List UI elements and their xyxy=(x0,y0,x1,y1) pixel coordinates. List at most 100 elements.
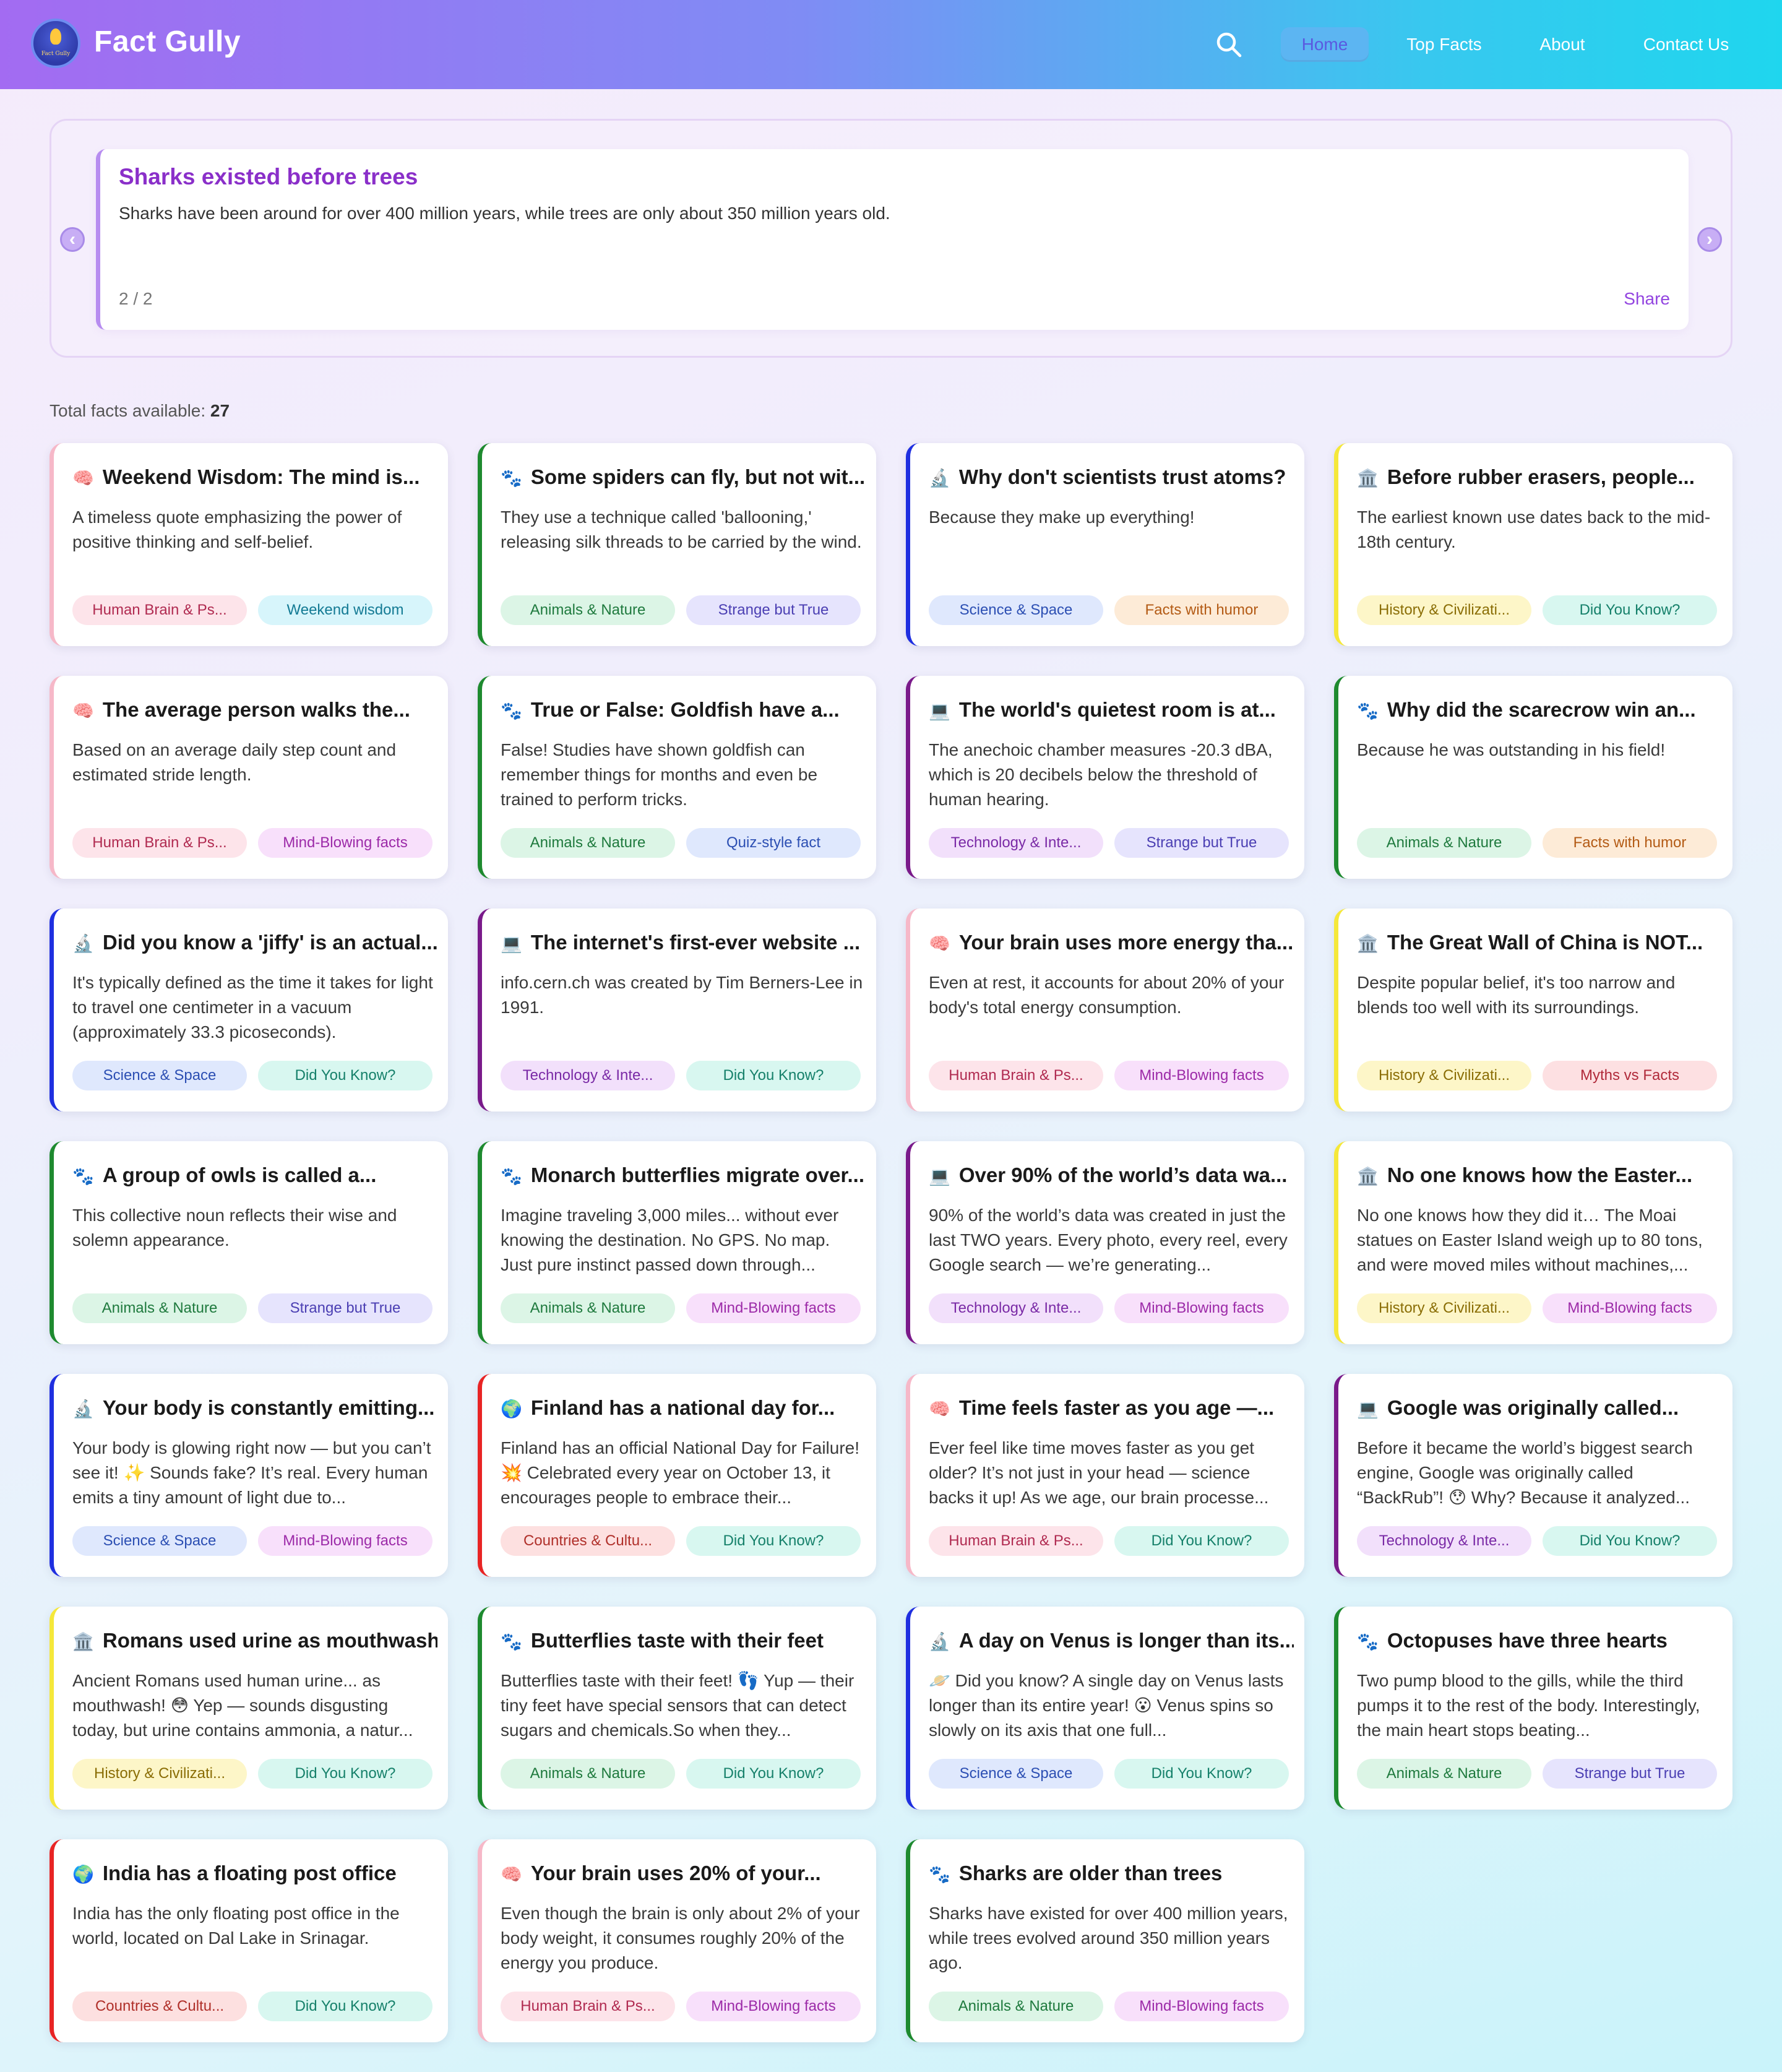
category-tag[interactable]: Technology & Inte... xyxy=(929,828,1103,858)
fact-type-tag[interactable]: Strange but True xyxy=(1114,828,1289,858)
fact-card[interactable]: 🧠 Time feels faster as you age —... Ever f… xyxy=(906,1374,1304,1577)
fact-card-description: The earliest known use dates back to the… xyxy=(1357,507,1711,551)
fact-type-tag[interactable]: Mind-Blowing facts xyxy=(686,1293,861,1323)
category-tag[interactable]: History & Civilizati... xyxy=(1357,1293,1531,1323)
carousel-prev-button[interactable]: ‹ xyxy=(60,227,85,252)
fact-card[interactable]: 🐾 True or False: Goldfish have a... False!… xyxy=(478,676,876,879)
featured-fact-slide[interactable]: Sharks existed before trees Sharks have … xyxy=(96,149,1689,330)
fact-card[interactable]: 🏛️ No one knows how the Easter... No one k… xyxy=(1334,1141,1732,1344)
fact-type-tag[interactable]: Did You Know? xyxy=(686,1759,861,1789)
fact-card[interactable]: 🐾 Why did the scarecrow win an... Because … xyxy=(1334,676,1732,879)
fact-type-tag[interactable]: Did You Know? xyxy=(1114,1759,1289,1789)
fact-card[interactable]: 🐾 A group of owls is called a... This coll… xyxy=(50,1141,448,1344)
category-tag[interactable]: Human Brain & Ps... xyxy=(72,595,247,625)
category-tag[interactable]: History & Civilizati... xyxy=(1357,595,1531,625)
fact-type-tag[interactable]: Quiz-style fact xyxy=(686,828,861,858)
category-tag[interactable]: Science & Space xyxy=(929,1759,1103,1789)
fact-card[interactable]: 💻 The internet's first-ever website ... in… xyxy=(478,909,876,1112)
fact-type-tag[interactable]: Mind-Blowing facts xyxy=(1114,1293,1289,1323)
category-tag[interactable]: Human Brain & Ps... xyxy=(929,1526,1103,1556)
fact-card[interactable]: 🐾 Some spiders can fly, but not wit... The… xyxy=(478,443,876,646)
fact-card-title-text: Your brain uses 20% of your... xyxy=(530,1862,821,1884)
search-icon[interactable] xyxy=(1214,30,1244,59)
microscope-icon: 🔬 xyxy=(72,934,94,953)
category-tag[interactable]: Animals & Nature xyxy=(72,1293,247,1323)
category-tag[interactable]: Animals & Nature xyxy=(501,1759,675,1789)
fact-type-tag[interactable]: Mind-Blowing facts xyxy=(686,1992,861,2021)
fact-card[interactable]: 🧠 Your brain uses 20% of your... Even thou… xyxy=(478,1839,876,2042)
brand-name[interactable]: Fact Gully xyxy=(94,25,241,59)
category-tag[interactable]: History & Civilizati... xyxy=(1357,1061,1531,1090)
fact-card[interactable]: 💻 The world's quietest room is at... The a… xyxy=(906,676,1304,879)
fact-card[interactable]: 🐾 Monarch butterflies migrate over... Imag… xyxy=(478,1141,876,1344)
fact-card[interactable]: 🐾 Butterflies taste with their feet Butter… xyxy=(478,1607,876,1810)
fact-type-tag[interactable]: Did You Know? xyxy=(258,1759,433,1789)
fact-card[interactable]: 🌍 India has a floating post office India h… xyxy=(50,1839,448,2042)
fact-type-tag[interactable]: Strange but True xyxy=(686,595,861,625)
fact-type-tag[interactable]: Weekend wisdom xyxy=(258,595,433,625)
category-tag[interactable]: Human Brain & Ps... xyxy=(72,828,247,858)
fact-card-description: Ever feel like time moves faster as you … xyxy=(929,1438,1269,1507)
fact-card[interactable]: 🏛️ The Great Wall of China is NOT... Despi… xyxy=(1334,909,1732,1112)
fact-card[interactable]: 🔬 Why don't scientists trust atoms? Becaus… xyxy=(906,443,1304,646)
fact-type-tag[interactable]: Strange but True xyxy=(1543,1759,1717,1789)
laptop-icon: 💻 xyxy=(929,1167,950,1186)
fact-type-tag[interactable]: Facts with humor xyxy=(1114,595,1289,625)
fact-card[interactable]: 🧠 Your brain uses more energy tha... Even … xyxy=(906,909,1304,1112)
fact-card[interactable]: 🔬 A day on Venus is longer than its... 🪐 D… xyxy=(906,1607,1304,1810)
fact-type-tag[interactable]: Facts with humor xyxy=(1543,828,1717,858)
category-tag[interactable]: Science & Space xyxy=(929,595,1103,625)
fact-gully-logo[interactable]: Fact Gully xyxy=(31,19,80,68)
category-tag[interactable]: Animals & Nature xyxy=(1357,1759,1531,1789)
category-tag[interactable]: Animals & Nature xyxy=(501,595,675,625)
fact-type-tag[interactable]: Did You Know? xyxy=(1543,595,1717,625)
fact-type-tag[interactable]: Strange but True xyxy=(258,1293,433,1323)
category-tag[interactable]: Science & Space xyxy=(72,1061,247,1090)
fact-card[interactable]: 💻 Google was originally called... Before i… xyxy=(1334,1374,1732,1577)
fact-type-tag[interactable]: Did You Know? xyxy=(258,1992,433,2021)
category-tag[interactable]: Countries & Cultu... xyxy=(501,1526,675,1556)
category-tag[interactable]: Technology & Inte... xyxy=(501,1061,675,1090)
fact-card-title: 💻 Over 90% of the world’s data wa... xyxy=(929,1163,1294,1187)
fact-card-description: 🪐 Did you know? A single day on Venus la… xyxy=(929,1671,1284,1740)
fact-type-tag[interactable]: Did You Know? xyxy=(686,1526,861,1556)
fact-card[interactable]: 🏛️ Before rubber erasers, people... The ea… xyxy=(1334,443,1732,646)
nav-about[interactable]: About xyxy=(1522,27,1603,62)
nav-home[interactable]: Home xyxy=(1281,27,1369,62)
fact-type-tag[interactable]: Did You Know? xyxy=(686,1061,861,1090)
nav-top-facts[interactable]: Top Facts xyxy=(1392,27,1496,62)
nav-contact-us[interactable]: Contact Us xyxy=(1627,27,1745,62)
fact-card[interactable]: 🔬 Your body is constantly emitting... Your… xyxy=(50,1374,448,1577)
fact-card[interactable]: 🧠 The average person walks the... Based on… xyxy=(50,676,448,879)
category-tag[interactable]: Countries & Cultu... xyxy=(72,1992,247,2021)
category-tag[interactable]: Science & Space xyxy=(72,1526,247,1556)
paw-icon: 🐾 xyxy=(501,1167,522,1186)
fact-type-tag[interactable]: Mind-Blowing facts xyxy=(258,1526,433,1556)
fact-type-tag[interactable]: Did You Know? xyxy=(258,1061,433,1090)
fact-card[interactable]: 🐾 Sharks are older than trees Sharks have … xyxy=(906,1839,1304,2042)
carousel-next-button[interactable]: › xyxy=(1697,227,1722,252)
fact-card[interactable]: 🌍 Finland has a national day for... Finlan… xyxy=(478,1374,876,1577)
category-tag[interactable]: Technology & Inte... xyxy=(1357,1526,1531,1556)
fact-type-tag[interactable]: Myths vs Facts xyxy=(1543,1061,1717,1090)
category-tag[interactable]: Animals & Nature xyxy=(501,828,675,858)
fact-card[interactable]: 🏛️ Romans used urine as mouthwash Ancient … xyxy=(50,1607,448,1810)
fact-card[interactable]: 🐾 Octopuses have three hearts Two pump blo… xyxy=(1334,1607,1732,1810)
category-tag[interactable]: Human Brain & Ps... xyxy=(929,1061,1103,1090)
fact-type-tag[interactable]: Mind-Blowing facts xyxy=(1114,1992,1289,2021)
fact-card[interactable]: 💻 Over 90% of the world’s data wa... 90% o… xyxy=(906,1141,1304,1344)
category-tag[interactable]: History & Civilizati... xyxy=(72,1759,247,1789)
category-tag[interactable]: Animals & Nature xyxy=(1357,828,1531,858)
category-tag[interactable]: Human Brain & Ps... xyxy=(501,1992,675,2021)
fact-type-tag[interactable]: Did You Know? xyxy=(1543,1526,1717,1556)
share-button[interactable]: Share xyxy=(1624,289,1670,309)
category-tag[interactable]: Animals & Nature xyxy=(501,1293,675,1323)
category-tag[interactable]: Animals & Nature xyxy=(929,1992,1103,2021)
fact-card[interactable]: 🧠 Weekend Wisdom: The mind is... A timeles… xyxy=(50,443,448,646)
fact-card[interactable]: 🔬 Did you know a 'jiffy' is an actual... I… xyxy=(50,909,448,1112)
fact-type-tag[interactable]: Mind-Blowing facts xyxy=(1543,1293,1717,1323)
fact-type-tag[interactable]: Mind-Blowing facts xyxy=(258,828,433,858)
category-tag[interactable]: Technology & Inte... xyxy=(929,1293,1103,1323)
fact-type-tag[interactable]: Did You Know? xyxy=(1114,1526,1289,1556)
fact-type-tag[interactable]: Mind-Blowing facts xyxy=(1114,1061,1289,1090)
